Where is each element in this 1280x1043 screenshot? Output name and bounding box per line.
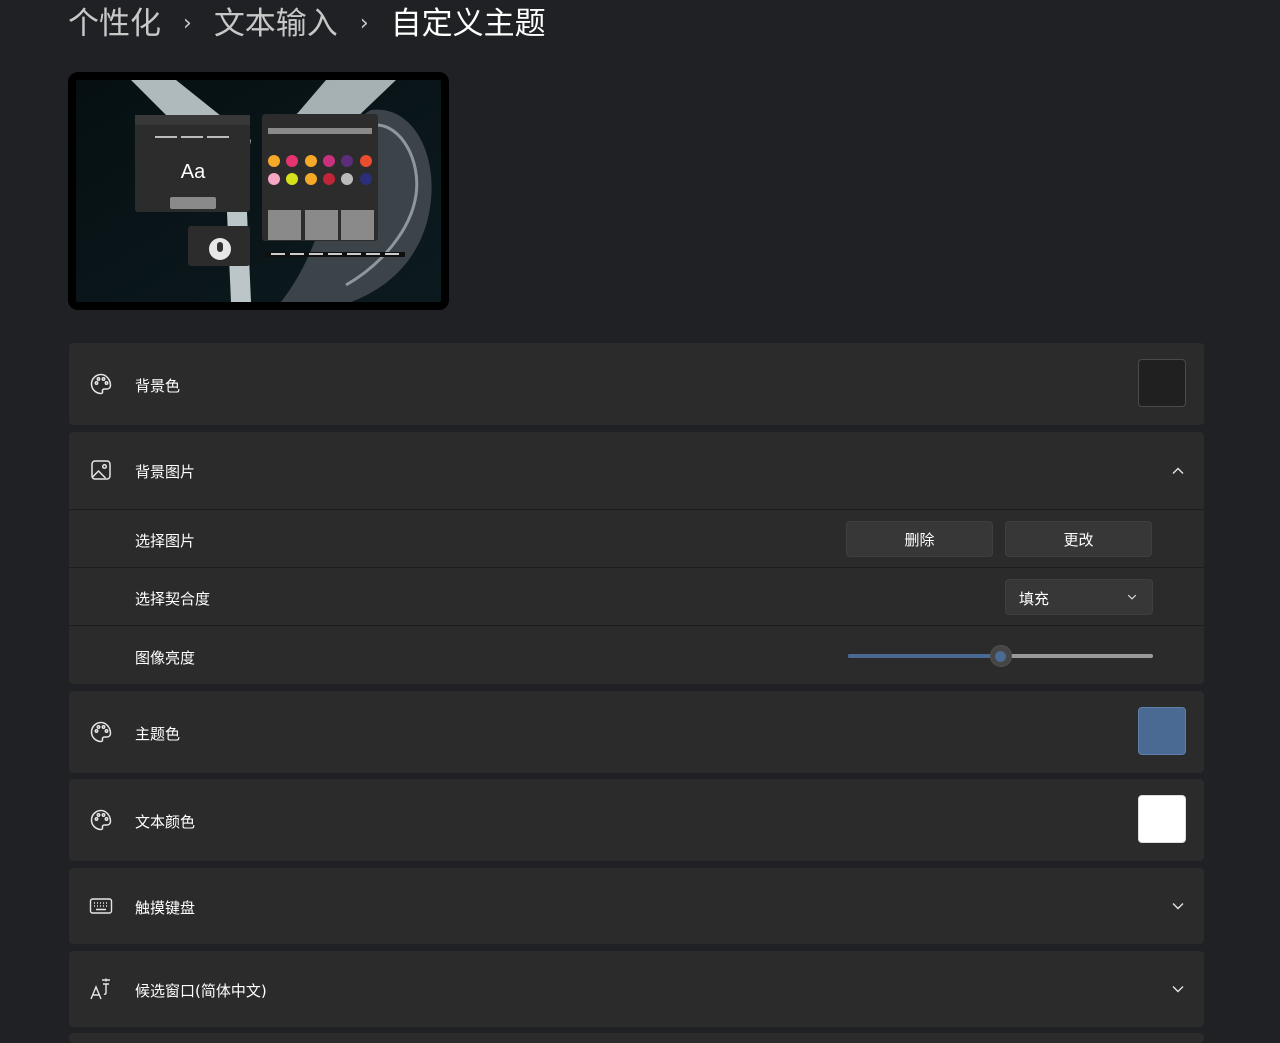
chevron-down-icon[interactable] <box>1170 898 1186 914</box>
background-image-label: 背景图片 <box>135 463 196 481</box>
palette-icon <box>89 720 113 744</box>
chevron-right-icon: › <box>183 11 192 36</box>
choose-picture-label: 选择图片 <box>135 532 196 550</box>
fit-dropdown-value: 填充 <box>1019 590 1050 608</box>
setting-background-image: 背景图片 选择图片 删除 更改 选择契合度 填充 图像亮度 <box>69 432 1204 684</box>
chevron-up-icon[interactable] <box>1170 463 1186 479</box>
setting-next-card <box>69 1033 1204 1043</box>
palette-icon <box>89 808 113 832</box>
breadcrumb-text-input[interactable]: 文本输入 <box>214 2 338 46</box>
background-image-header[interactable]: 背景图片 <box>69 432 1204 509</box>
slider-thumb[interactable] <box>989 645 1012 667</box>
image-icon <box>89 458 113 482</box>
text-color-label: 文本颜色 <box>135 813 196 831</box>
change-button[interactable]: 更改 <box>1005 521 1152 557</box>
candidate-window-label: 候选窗口(简体中文) <box>135 982 267 1000</box>
breadcrumb: 个性化 › 文本输入 › 自定义主题 <box>68 2 546 46</box>
keyboard-icon <box>89 894 113 918</box>
brightness-slider[interactable] <box>848 644 1153 668</box>
chevron-down-icon[interactable] <box>1170 981 1186 997</box>
theme-preview: Aa <box>68 72 449 310</box>
setting-accent-color[interactable]: 主题色 <box>69 691 1204 773</box>
image-brightness-label: 图像亮度 <box>135 649 196 667</box>
delete-button[interactable]: 删除 <box>846 521 993 557</box>
setting-touch-keyboard[interactable]: 触摸键盘 <box>69 868 1204 944</box>
chevron-right-icon: › <box>359 11 369 36</box>
background-color-label: 背景色 <box>135 377 181 395</box>
page-title: 自定义主题 <box>390 6 546 42</box>
background-color-swatch[interactable] <box>1138 359 1186 407</box>
setting-candidate-window[interactable]: 候选窗口(简体中文) <box>69 951 1204 1027</box>
setting-text-color[interactable]: 文本颜色 <box>69 779 1204 861</box>
chevron-down-icon <box>1127 594 1137 600</box>
fit-dropdown[interactable]: 填充 <box>1005 579 1153 615</box>
choose-picture-row: 选择图片 删除 更改 <box>69 509 1204 568</box>
ime-icon <box>89 977 113 1001</box>
preview-image: Aa <box>76 80 441 302</box>
accent-color-swatch[interactable] <box>1138 707 1186 755</box>
palette-icon <box>89 372 113 396</box>
preview-sample-text: Aa <box>181 161 206 183</box>
slider-fill <box>848 654 1001 658</box>
image-brightness-row: 图像亮度 <box>69 625 1204 685</box>
text-color-swatch[interactable] <box>1138 795 1186 843</box>
choose-fit-row: 选择契合度 填充 <box>69 567 1204 626</box>
setting-background-color[interactable]: 背景色 <box>69 343 1204 425</box>
choose-fit-label: 选择契合度 <box>135 590 211 608</box>
accent-color-label: 主题色 <box>135 725 181 743</box>
breadcrumb-personalization[interactable]: 个性化 <box>68 2 161 46</box>
touch-keyboard-label: 触摸键盘 <box>135 899 196 917</box>
